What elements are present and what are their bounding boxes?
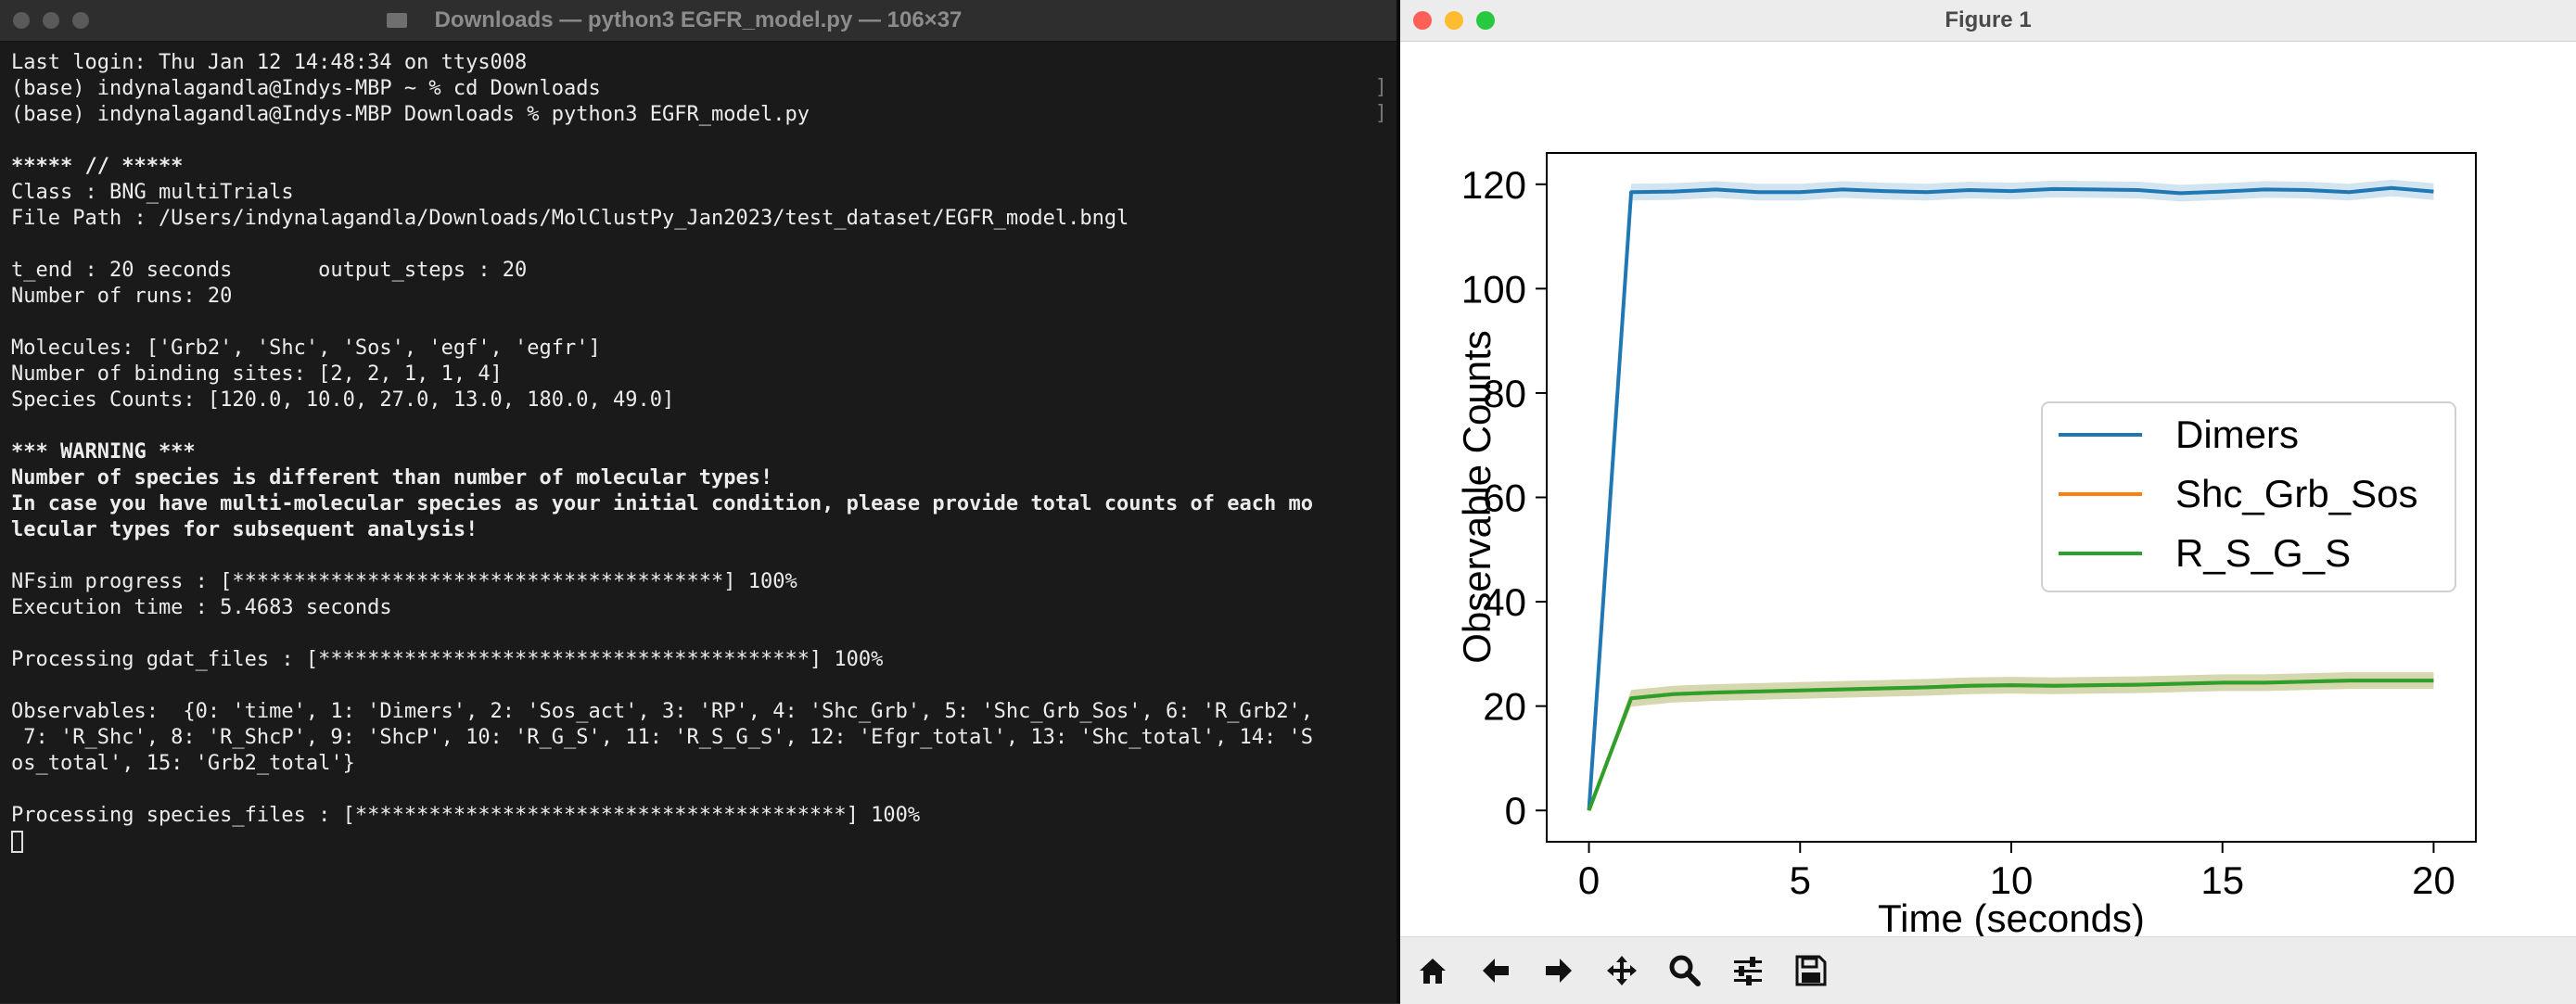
y-tick-label: 120	[1461, 163, 1526, 207]
legend: Dimers Shc_Grb_Sos R_S_G_S	[2041, 401, 2456, 592]
terminal-line: NFsim progress : [**********************…	[11, 570, 797, 593]
y-tick-label: 0	[1505, 789, 1526, 832]
terminal-line: Species Counts: [120.0, 10.0, 27.0, 13.0…	[11, 388, 675, 412]
terminal-title: Downloads — python3 EGFR_model.py — 106×…	[434, 7, 963, 32]
text-cursor	[11, 831, 23, 853]
x-tick-label: 20	[2412, 858, 2455, 902]
configure-subplots-icon	[1734, 957, 1762, 985]
figure-titlebar[interactable]: Figure 1	[1400, 0, 2576, 42]
terminal-line: Molecules: ['Grb2', 'Shc', 'Sos', 'egf',…	[11, 337, 601, 360]
terminal-line: os_total', 15: 'Grb2_total'}	[11, 752, 355, 775]
terminal-line: Number of species is different than numb…	[11, 466, 773, 489]
terminal-window: Downloads — python3 EGFR_model.py — 106×…	[0, 0, 1396, 1003]
terminal-line: (base) indynalagandla@Indys-MBP Download…	[11, 103, 810, 126]
home-icon	[1420, 959, 1446, 984]
y-axis-label: Observable Counts	[1455, 330, 1498, 664]
terminal-line: Number of binding sites: [2, 2, 1, 1, 4]	[11, 362, 503, 386]
scroll-marker: ]	[1374, 76, 1387, 99]
pan-button[interactable]	[1595, 947, 1649, 995]
legend-label: Dimers	[2175, 413, 2299, 456]
x-tick-label: 10	[1990, 858, 2034, 902]
terminal-line: lecular types for subsequent analysis!	[11, 518, 478, 541]
terminal-line: Number of runs: 20	[11, 285, 233, 308]
terminal-line: Class : BNG_multiTrials	[11, 181, 294, 204]
terminal-line: Execution time : 5.4683 seconds	[11, 596, 392, 619]
scroll-marker: ]	[1374, 102, 1387, 125]
forward-arrow-icon	[1546, 959, 1572, 983]
save-icon	[1795, 955, 1827, 986]
y-tick-label: 20	[1483, 685, 1526, 729]
back-arrow-icon	[1483, 959, 1509, 983]
legend-label: Shc_Grb_Sos	[2175, 472, 2417, 515]
zoom-icon	[1669, 955, 1701, 986]
plot-canvas[interactable]: 0 5 10 15 20 020406080100120 Time (seconds) …	[1400, 42, 2576, 936]
home-button[interactable]	[1406, 947, 1460, 995]
legend-label: R_S_G_S	[2175, 531, 2351, 575]
figure-title: Figure 1	[1945, 7, 2032, 32]
terminal-line: Processing species_files : [************…	[11, 804, 921, 827]
configure-subplots-button[interactable]	[1721, 947, 1775, 995]
zoom-rect-button[interactable]	[1658, 947, 1712, 995]
y-tick-label: 100	[1461, 267, 1526, 311]
x-axis-label: Time (seconds)	[1878, 896, 2145, 936]
matplotlib-toolbar	[1400, 936, 2576, 1004]
save-button[interactable]	[1784, 947, 1838, 995]
terminal-titlebar[interactable]: Downloads — python3 EGFR_model.py — 106×…	[0, 0, 1396, 42]
forward-button[interactable]	[1532, 947, 1586, 995]
terminal-line: File Path : /Users/indynalagandla/Downlo…	[11, 207, 1129, 230]
terminal-line: (base) indynalagandla@Indys-MBP ~ % cd D…	[11, 77, 601, 100]
terminal-output[interactable]: Last login: Thu Jan 12 14:48:34 on ttys0…	[11, 50, 1393, 855]
terminal-line: Observables: {0: 'time', 1: 'Dimers', 2:…	[11, 700, 1313, 723]
figure-window: Figure 1 0 5 10 15 20 0 20 40 60 80 100 120 Time (…	[1400, 0, 2576, 1004]
x-tick-label: 0	[1578, 858, 1600, 902]
terminal-prompt-line	[11, 829, 1393, 855]
terminal-line: ***** // *****	[11, 155, 184, 178]
terminal-line: 7: 'R_Shc', 8: 'R_ShcP', 9: 'ShcP', 10: …	[11, 726, 1313, 749]
terminal-line: In case you have multi-molecular species…	[11, 492, 1313, 515]
x-tick-label: 5	[1790, 858, 1811, 902]
terminal-line: *** WARNING ***	[11, 440, 196, 464]
terminal-line: Processing gdat_files : [***************…	[11, 648, 884, 671]
back-button[interactable]	[1469, 947, 1523, 995]
terminal-line: t_end : 20 seconds output_steps : 20	[11, 259, 528, 282]
terminal-line: Last login: Thu Jan 12 14:48:34 on ttys0…	[11, 51, 528, 74]
pan-icon	[1607, 956, 1637, 985]
x-tick-label: 15	[2200, 858, 2244, 902]
